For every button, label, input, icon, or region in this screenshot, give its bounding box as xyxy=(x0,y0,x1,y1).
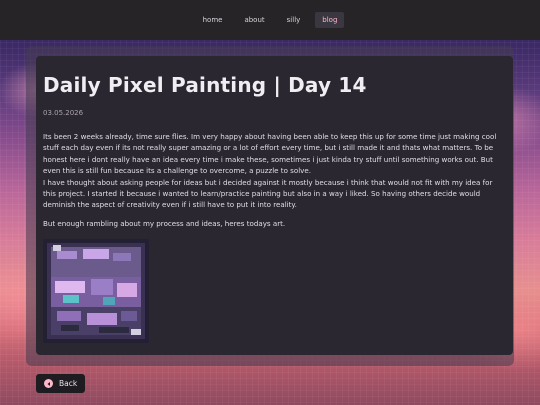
pixel-artwork-image xyxy=(43,239,149,344)
post-title: Daily Pixel Painting | Day 14 xyxy=(43,73,367,97)
back-button[interactable]: Back xyxy=(36,374,86,393)
nav-silly[interactable]: silly xyxy=(280,12,308,28)
post-paragraph: But enough rambling about my process and… xyxy=(43,218,286,228)
nav-about[interactable]: about xyxy=(237,12,271,28)
nav-blog[interactable]: blog xyxy=(315,12,345,28)
back-arrow-icon xyxy=(44,379,53,388)
post-body: Its been 2 weeks already, time sure flie… xyxy=(43,131,505,229)
nav-home[interactable]: home xyxy=(196,12,230,28)
post-date: 03.05.2026 xyxy=(43,109,84,117)
post-panel: Daily Pixel Painting | Day 14 03.05.2026… xyxy=(36,56,513,355)
post-paragraph: I have thought about asking people for i… xyxy=(43,177,493,210)
back-button-label: Back xyxy=(59,379,78,388)
post-paragraph: Its been 2 weeks already, time sure flie… xyxy=(43,132,497,176)
top-navigation: home about silly blog xyxy=(0,0,540,40)
